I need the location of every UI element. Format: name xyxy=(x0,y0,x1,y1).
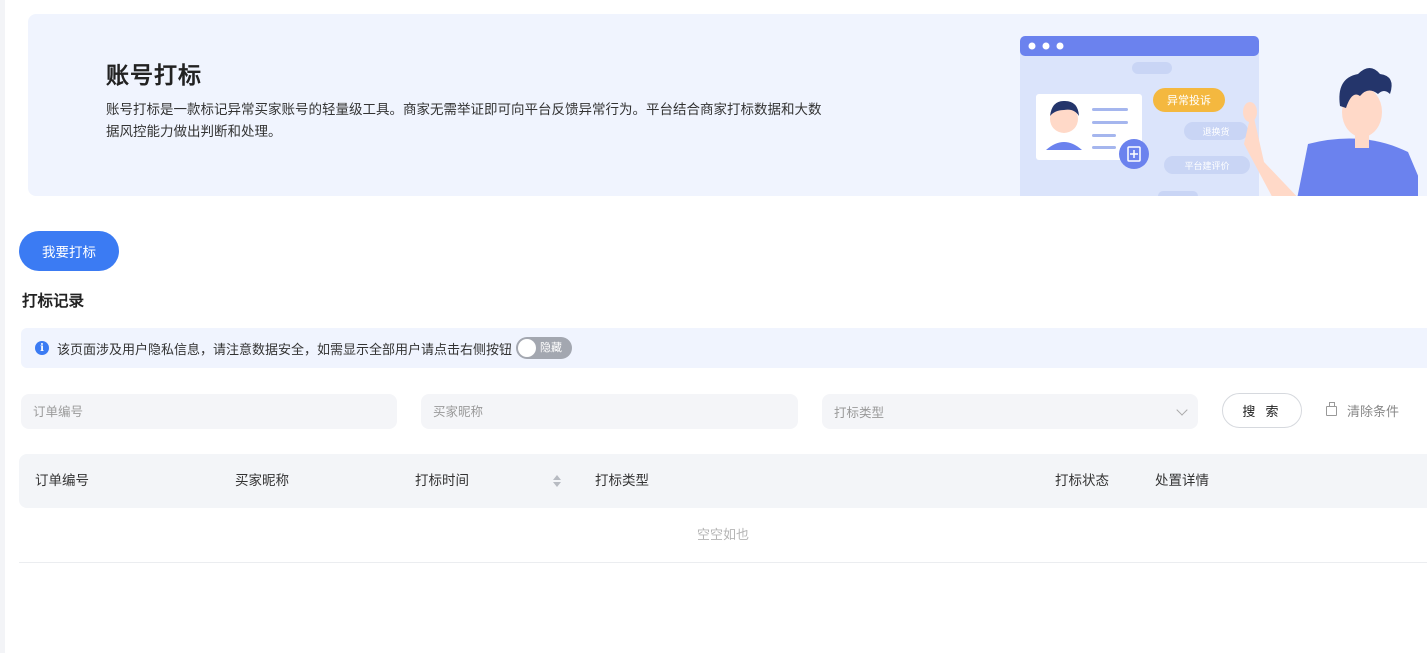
mark-account-button[interactable]: 我要打标 xyxy=(19,231,119,271)
page-left-edge xyxy=(0,0,5,653)
banner-description: 账号打标是一款标记异常买家账号的轻量级工具。商家无需举证即可向平台反馈异常行为。… xyxy=(106,102,822,140)
buyer-nickname-filter xyxy=(421,394,798,429)
banner-title: 账号打标 xyxy=(106,63,202,89)
illustration-tag-return: 退换货 xyxy=(1202,126,1229,138)
toggle-label: 隐藏 xyxy=(540,341,563,354)
broom-icon xyxy=(1326,401,1337,416)
privacy-notice: i 该页面涉及用户隐私信息，请注意数据安全，如需显示全部用户请点击右侧按钮 隐藏 xyxy=(21,328,1427,368)
illustration-complaint-tag: 异常投诉 xyxy=(1167,93,1211,107)
records-table-header: 订单编号 买家昵称 打标时间 打标类型 打标状态 处置详情 xyxy=(19,454,1427,508)
privacy-notice-text: 该页面涉及用户隐私信息，请注意数据安全，如需显示全部用户请点击右侧按钮 xyxy=(57,342,513,358)
illustration-tag-review: 平台建评价 xyxy=(1184,160,1229,172)
mark-type-placeholder: 打标类型 xyxy=(834,405,885,420)
privacy-toggle[interactable]: 隐藏 xyxy=(516,337,573,359)
toggle-knob xyxy=(518,339,537,357)
records-title: 打标记录 xyxy=(22,292,85,310)
info-icon: i xyxy=(35,341,49,355)
order-number-input[interactable] xyxy=(33,404,397,419)
sort-icon[interactable] xyxy=(553,474,561,488)
chevron-down-icon xyxy=(1176,403,1188,416)
intro-banner: 账号打标 账号打标是一款标记异常买家账号的轻量级工具。商家无需举证即可向平台反馈… xyxy=(28,14,1427,196)
search-button[interactable]: 搜 索 xyxy=(1222,393,1302,428)
column-header-mark-time: 打标时间 xyxy=(415,473,469,489)
column-header-order-number: 订单编号 xyxy=(35,473,89,489)
column-header-mark-type: 打标类型 xyxy=(595,473,649,489)
column-header-mark-status: 打标状态 xyxy=(1055,473,1109,489)
column-header-buyer-nickname: 买家昵称 xyxy=(235,473,289,489)
clear-filters-button[interactable]: 清除条件 xyxy=(1326,393,1399,428)
column-header-handling-details: 处置详情 xyxy=(1155,473,1209,489)
table-empty-state: 空空如也 xyxy=(19,508,1427,563)
buyer-nickname-input[interactable] xyxy=(433,404,798,419)
clear-filters-label: 清除条件 xyxy=(1347,405,1400,420)
mark-type-select[interactable]: 打标类型 xyxy=(822,394,1198,429)
order-number-filter xyxy=(21,394,397,429)
banner-illustration: 异常投诉 退换货 平台建评价 xyxy=(1020,36,1418,196)
